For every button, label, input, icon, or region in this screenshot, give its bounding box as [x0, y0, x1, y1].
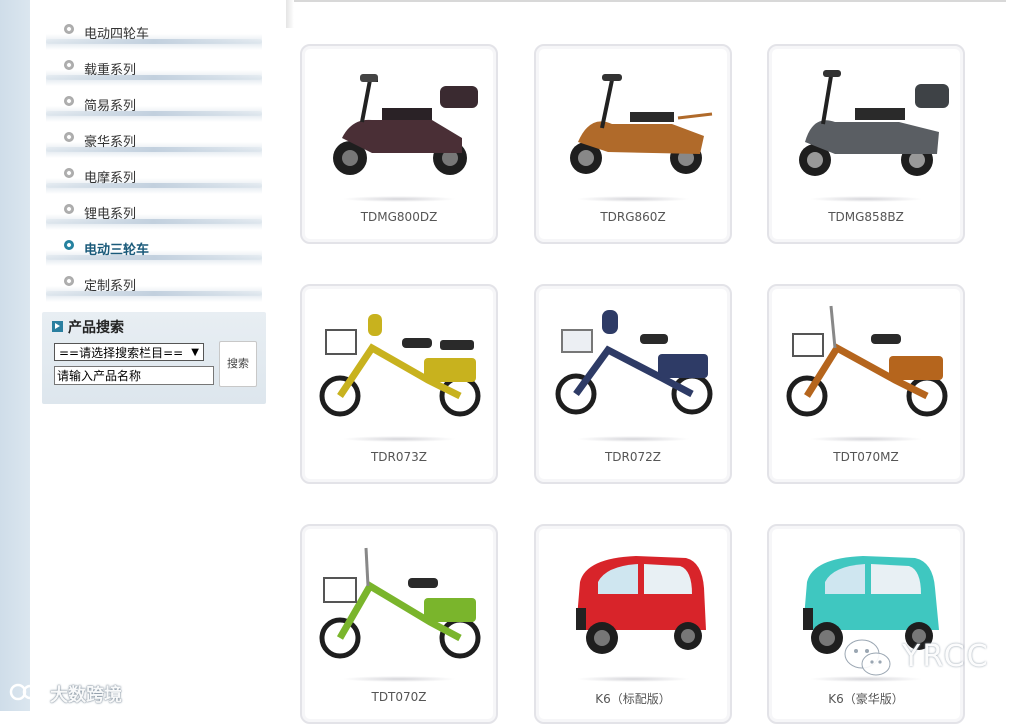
- category-label: 简易系列: [84, 99, 137, 114]
- product-card[interactable]: K6（标配版）: [534, 524, 732, 724]
- product-card[interactable]: TDT070Z: [300, 524, 498, 724]
- ebike-image: [319, 547, 481, 659]
- product-name: TDT070Z: [371, 690, 427, 704]
- category-label: 锂电系列: [84, 207, 137, 222]
- bullet-icon: [64, 60, 74, 70]
- logo-icon: [9, 683, 38, 701]
- category-label: 载重系列: [84, 63, 137, 78]
- category-list: 电动四轮车 载重系列 简易系列 豪华系列 电摩系列 锂电系列 电动三轮车 定制系…: [46, 14, 262, 302]
- category-label: 豪华系列: [84, 135, 137, 150]
- product-card[interactable]: TDMG858BZ: [767, 44, 965, 244]
- content-top-divider: [294, 0, 1006, 2]
- microcar-image: [576, 556, 706, 654]
- search-panel-title: 产品搜索: [68, 320, 124, 336]
- ebike-image: [555, 310, 713, 415]
- category-item[interactable]: 电动四轮车: [46, 14, 262, 50]
- category-label: 电摩系列: [84, 171, 137, 186]
- scooter-image: [570, 74, 713, 174]
- product-name: K6（标配版）: [595, 692, 671, 706]
- bullet-icon: [64, 276, 74, 286]
- bullet-icon: [64, 24, 74, 34]
- product-search-panel: 产品搜索 ==请选择搜索栏目== ▼ 请输入产品名称 搜索: [42, 312, 266, 404]
- search-button[interactable]: 搜索: [219, 341, 257, 387]
- category-item[interactable]: 锂电系列: [46, 194, 262, 230]
- product-name-input[interactable]: 请输入产品名称: [54, 366, 214, 385]
- product-name: TDR073Z: [370, 450, 428, 464]
- category-item[interactable]: 简易系列: [46, 86, 262, 122]
- product-grid: TDMG800DZ TDRG860Z TDMG858BZ TDR073Z TDR…: [300, 44, 1000, 724]
- category-item[interactable]: 定制系列: [46, 266, 262, 302]
- product-card[interactable]: TDMG800DZ: [300, 44, 498, 244]
- product-card[interactable]: TDR073Z: [300, 284, 498, 484]
- product-card[interactable]: TDR072Z: [534, 284, 732, 484]
- chevron-down-icon: ▼: [191, 347, 199, 358]
- product-card[interactable]: TDRG860Z: [534, 44, 732, 244]
- product-name: K6（豪华版）: [828, 692, 904, 706]
- bullet-icon: [64, 168, 74, 178]
- bullet-icon: [64, 204, 74, 214]
- search-category-select[interactable]: ==请选择搜索栏目== ▼: [54, 343, 204, 361]
- wechat-icon: [844, 639, 891, 676]
- category-item-active[interactable]: 电动三轮车: [46, 230, 262, 266]
- bullet-icon: [64, 132, 74, 142]
- category-item[interactable]: 电摩系列: [46, 158, 262, 194]
- arrow-right-icon: [52, 321, 63, 332]
- ebike-image: [319, 314, 481, 417]
- product-card[interactable]: K6（豪华版）: [767, 524, 965, 724]
- content-top-shadow: [286, 0, 294, 28]
- scooter-image: [333, 74, 478, 175]
- bullet-icon: [64, 240, 74, 250]
- watermark-right: YRCC: [902, 639, 990, 674]
- category-label: 定制系列: [84, 279, 137, 294]
- product-card[interactable]: TDT070MZ: [767, 284, 965, 484]
- watermark-left: 大数跨境: [50, 685, 122, 706]
- select-value: ==请选择搜索栏目==: [59, 346, 184, 360]
- scooter-image: [799, 70, 949, 176]
- product-name: TDMG800DZ: [360, 210, 438, 224]
- category-item[interactable]: 豪华系列: [46, 122, 262, 158]
- category-label: 电动三轮车: [84, 243, 150, 258]
- left-edge-strip: [0, 0, 30, 711]
- ebike-image: [786, 305, 948, 417]
- product-name: TDMG858BZ: [828, 210, 904, 224]
- product-name: TDR072Z: [604, 450, 662, 464]
- category-label: 电动四轮车: [84, 27, 150, 42]
- product-name: TDRG860Z: [600, 210, 666, 224]
- category-item[interactable]: 载重系列: [46, 50, 262, 86]
- bullet-icon: [64, 96, 74, 106]
- product-name: TDT070MZ: [833, 450, 899, 464]
